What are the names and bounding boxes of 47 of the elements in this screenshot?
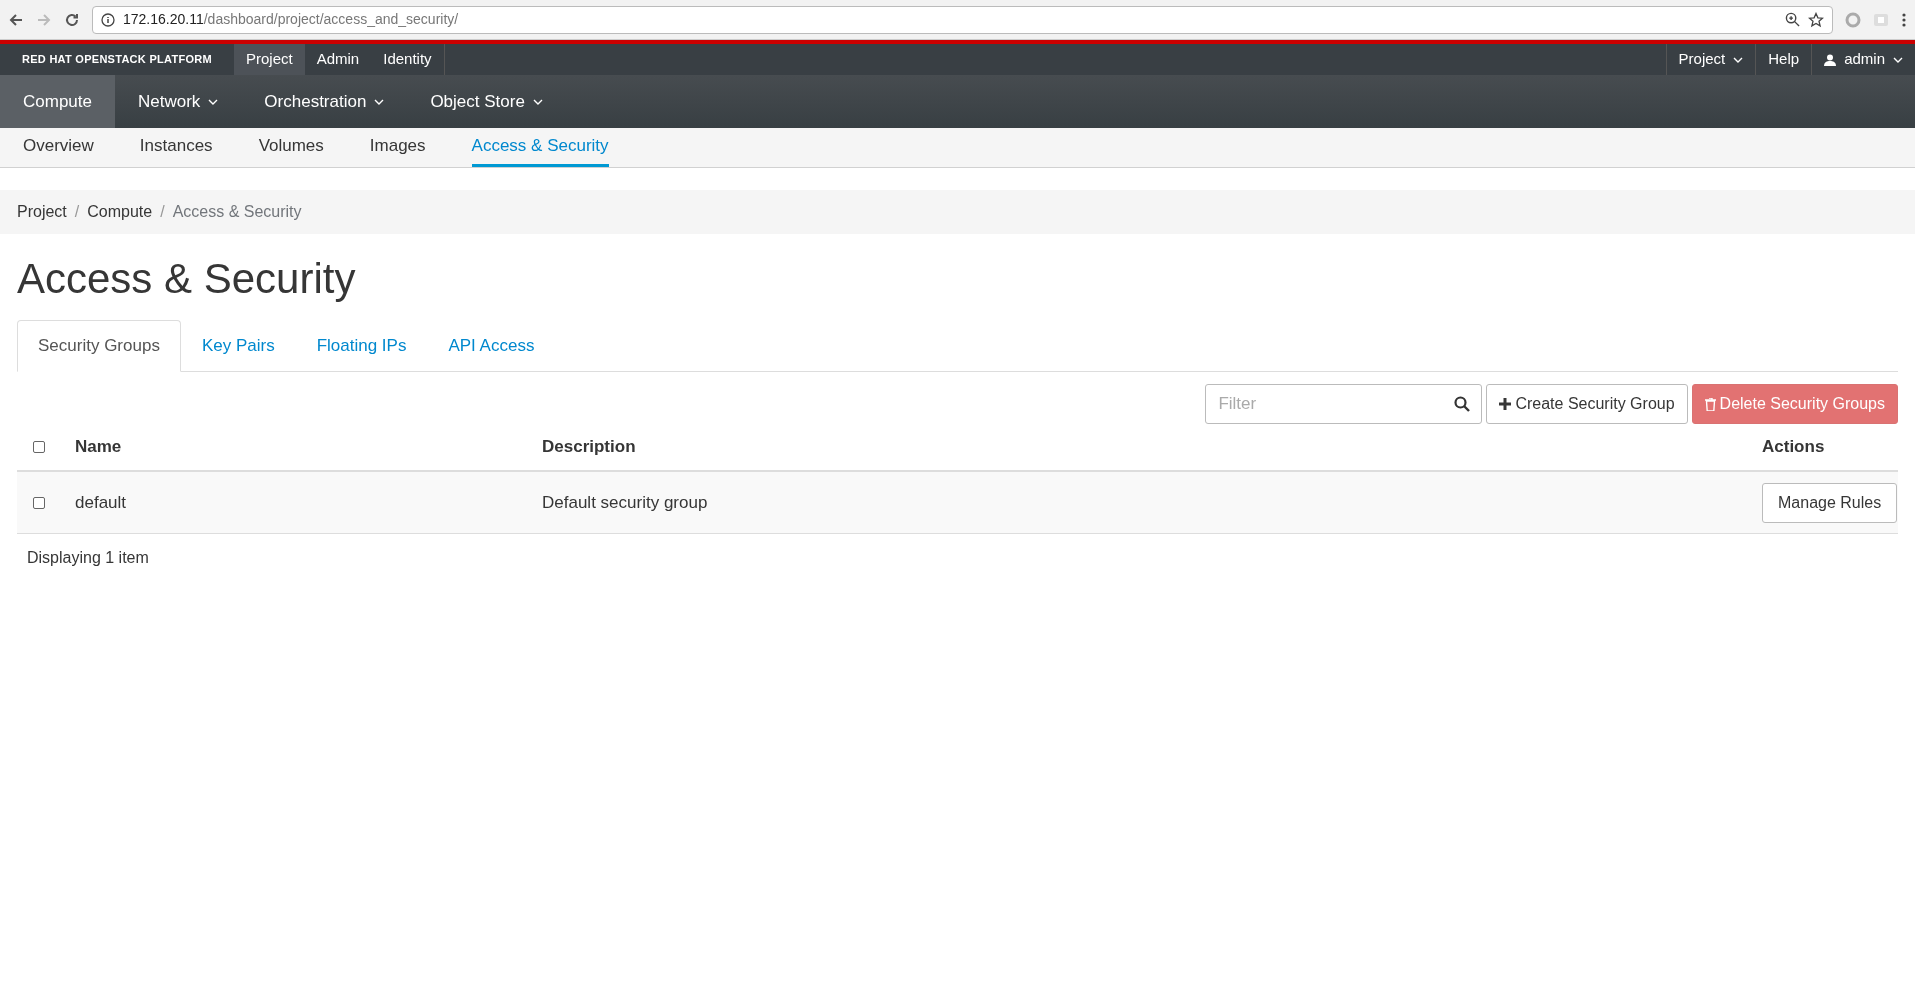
breadcrumb-item: Access & Security xyxy=(172,202,302,222)
tab[interactable]: API Access xyxy=(427,320,556,372)
section-nav-tab[interactable]: Object Store xyxy=(407,75,566,128)
breadcrumb-item[interactable]: Compute xyxy=(87,200,153,224)
trash-icon xyxy=(1704,397,1716,411)
table-cell-text: Default security group xyxy=(542,491,709,514)
zoom-icon[interactable] xyxy=(1785,12,1800,27)
filter-field[interactable]: Filter xyxy=(1205,384,1483,424)
plus-icon xyxy=(1499,398,1512,410)
sub-nav-tab[interactable]: Images xyxy=(369,128,426,167)
section-nav-tab[interactable]: Network xyxy=(115,75,242,128)
checkbox[interactable] xyxy=(33,496,45,509)
manage-rules-button[interactable]: Manage Rules xyxy=(1762,482,1898,523)
caret-icon xyxy=(1733,56,1744,63)
info-icon xyxy=(101,12,115,27)
address-bar[interactable]: 172.16.20.11/dashboard/project/access_and_security/ xyxy=(92,5,1833,34)
search-icon[interactable] xyxy=(1454,396,1471,412)
section-nav-tab[interactable]: Compute xyxy=(0,75,115,128)
breadcrumb-item[interactable]: Project xyxy=(17,200,67,224)
caret-icon xyxy=(1893,56,1903,63)
sub-nav-tab[interactable]: Instances xyxy=(139,128,213,167)
create-button[interactable]: Create Security Group xyxy=(1486,384,1688,424)
checkbox[interactable] xyxy=(33,441,45,453)
column-header: Actions xyxy=(1762,436,1826,459)
column-header: Description xyxy=(542,436,637,459)
reload-icon[interactable] xyxy=(64,11,80,28)
user-icon xyxy=(1824,53,1837,66)
breadcrumb-separator: / xyxy=(159,202,166,222)
top-nav-link[interactable]: Identity xyxy=(371,44,444,75)
item-count: Displaying 1 item xyxy=(26,548,150,568)
top-nav-link[interactable]: Admin xyxy=(304,44,372,75)
top-nav-link[interactable]: Project xyxy=(234,44,305,75)
tab[interactable]: Security Groups xyxy=(17,320,181,372)
menu-icon[interactable] xyxy=(1901,11,1907,28)
table-cell-text: default xyxy=(75,491,128,514)
sub-nav-tab[interactable]: Access & Security xyxy=(471,128,609,167)
breadcrumb-separator: / xyxy=(73,202,81,222)
brand-logo[interactable]: RED HAT OPENSTACK PLATFORM xyxy=(0,44,234,75)
tab[interactable]: Floating IPs xyxy=(295,320,428,372)
page-title: Access & Security xyxy=(17,258,357,300)
column-header: Name xyxy=(75,436,123,459)
sub-nav-tab[interactable]: Volumes xyxy=(258,128,324,167)
sub-nav-tab[interactable]: Overview xyxy=(23,128,94,167)
star-icon[interactable] xyxy=(1808,11,1824,28)
section-nav-tab[interactable]: Orchestration xyxy=(241,75,408,128)
back-icon[interactable] xyxy=(8,11,24,28)
tab[interactable]: Key Pairs xyxy=(180,320,296,372)
